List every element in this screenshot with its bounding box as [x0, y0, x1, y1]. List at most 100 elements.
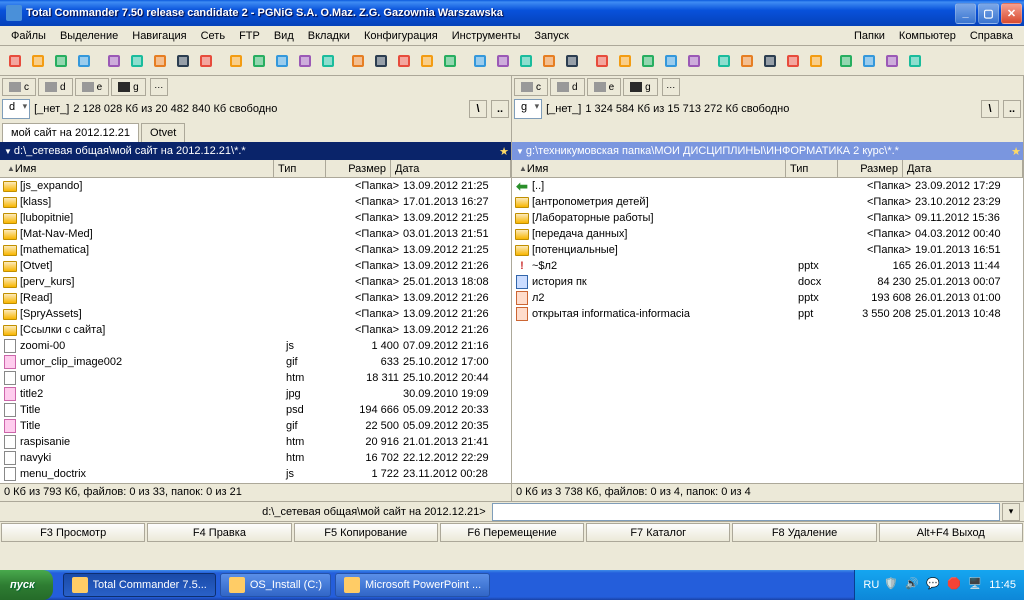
toolbar-button-13[interactable]	[317, 50, 339, 72]
list-item[interactable]: !~$л2pptx16526.01.2013 11:44	[512, 258, 1023, 274]
col-type[interactable]: Тип	[274, 160, 326, 177]
toolbar-button-1[interactable]	[27, 50, 49, 72]
toolbar-button-17[interactable]	[416, 50, 438, 72]
list-item[interactable]: [mathematica]<Папка>13.09.2012 21:25	[0, 242, 511, 258]
left-up-button[interactable]: ..	[491, 100, 509, 118]
toolbar-button-37[interactable]	[904, 50, 926, 72]
col-size[interactable]: Размер	[838, 160, 903, 177]
menu-Папки[interactable]: Папки	[847, 28, 892, 44]
right-drive-dropdown[interactable]: g	[514, 99, 542, 119]
list-item[interactable]: [Otvet]<Папка>13.09.2012 21:26	[0, 258, 511, 274]
command-input[interactable]	[492, 503, 1000, 521]
list-item[interactable]: [Лабораторные работы]<Папка>09.11.2012 1…	[512, 210, 1023, 226]
right-drive-g[interactable]: g	[623, 78, 658, 96]
col-date[interactable]: Дата	[391, 160, 511, 177]
menu-Файлы[interactable]: Файлы	[4, 28, 53, 44]
toolbar-button-14[interactable]	[347, 50, 369, 72]
menu-FTP[interactable]: FTP	[232, 28, 267, 44]
list-item[interactable]: [потенциальные]<Папка>19.01.2013 16:51	[512, 242, 1023, 258]
menu-Сеть[interactable]: Сеть	[194, 28, 232, 44]
list-item[interactable]: [SpryAssets]<Папка>13.09.2012 21:26	[0, 306, 511, 322]
list-item[interactable]: история пкdocx84 23025.01.2013 00:07	[512, 274, 1023, 290]
toolbar-button-16[interactable]	[393, 50, 415, 72]
fnkey[interactable]: F8 Удаление	[732, 523, 876, 542]
list-item[interactable]: [Read]<Папка>13.09.2012 21:26	[0, 290, 511, 306]
command-dropdown[interactable]: ▾	[1002, 503, 1020, 521]
toolbar-button-0[interactable]	[4, 50, 26, 72]
toolbar-button-30[interactable]	[736, 50, 758, 72]
taskbar-item[interactable]: Total Commander 7.5...	[63, 573, 216, 597]
list-item[interactable]: [klass]<Папка>17.01.2013 16:27	[0, 194, 511, 210]
toolbar-button-21[interactable]	[515, 50, 537, 72]
toolbar-button-25[interactable]	[614, 50, 636, 72]
tray-icon[interactable]: 💬	[926, 577, 942, 593]
toolbar-button-24[interactable]	[591, 50, 613, 72]
list-item[interactable]: Titlegif22 50005.09.2012 20:35	[0, 418, 511, 434]
toolbar-button-26[interactable]	[637, 50, 659, 72]
tab-мой сайт на 2012.12.21[interactable]: мой сайт на 2012.12.21	[2, 123, 139, 142]
list-item[interactable]: zoomi-00js1 40007.09.2012 21:16	[0, 338, 511, 354]
list-item[interactable]: [Mat-Nav-Med]<Папка>03.01.2013 21:51	[0, 226, 511, 242]
minimize-button[interactable]: _	[955, 3, 976, 24]
list-item[interactable]: [js_expando]<Папка>13.09.2012 21:25	[0, 178, 511, 194]
list-item[interactable]: [perv_kurs]<Папка>25.01.2013 18:08	[0, 274, 511, 290]
toolbar-button-20[interactable]	[492, 50, 514, 72]
toolbar-button-6[interactable]	[149, 50, 171, 72]
tab-Otvet[interactable]: Otvet	[141, 123, 185, 142]
toolbar-button-19[interactable]	[469, 50, 491, 72]
toolbar-button-2[interactable]	[50, 50, 72, 72]
clock[interactable]: 11:45	[989, 579, 1016, 591]
right-drive-c[interactable]: c	[514, 78, 548, 96]
toolbar-button-11[interactable]	[271, 50, 293, 72]
toolbar-button-9[interactable]	[225, 50, 247, 72]
left-root-button[interactable]: \	[469, 100, 487, 118]
toolbar-button-7[interactable]	[172, 50, 194, 72]
toolbar-button-28[interactable]	[683, 50, 705, 72]
system-tray[interactable]: RU 🛡️ 🔊 💬 🛑 🖥️ 11:45	[854, 570, 1024, 600]
toolbar-button-27[interactable]	[660, 50, 682, 72]
toolbar-button-12[interactable]	[294, 50, 316, 72]
list-item[interactable]: menu_doctrixjs1 72223.11.2012 00:28	[0, 466, 511, 482]
col-type[interactable]: Тип	[786, 160, 838, 177]
menu-Конфигурация[interactable]: Конфигурация	[357, 28, 445, 44]
list-item[interactable]: umorhtm18 31125.10.2012 20:44	[0, 370, 511, 386]
list-item[interactable]: navykihtm16 70222.12.2012 22:29	[0, 450, 511, 466]
menu-Компьютер[interactable]: Компьютер	[892, 28, 963, 44]
toolbar-button-33[interactable]	[805, 50, 827, 72]
toolbar-button-36[interactable]	[881, 50, 903, 72]
toolbar-button-35[interactable]	[858, 50, 880, 72]
left-drive-dropdown[interactable]: d	[2, 99, 30, 119]
menu-Вид[interactable]: Вид	[267, 28, 301, 44]
maximize-button[interactable]: ▢	[978, 3, 999, 24]
close-button[interactable]: ✕	[1001, 3, 1022, 24]
language-indicator[interactable]: RU	[863, 579, 879, 591]
list-item[interactable]: [Ссылки с сайта]<Папка>13.09.2012 21:26	[0, 322, 511, 338]
toolbar-button-5[interactable]	[126, 50, 148, 72]
menu-Выделение[interactable]: Выделение	[53, 28, 125, 44]
fnkey[interactable]: F6 Перемещение	[440, 523, 584, 542]
left-drive-g[interactable]: g	[111, 78, 146, 96]
toolbar-button-22[interactable]	[538, 50, 560, 72]
col-date[interactable]: Дата	[903, 160, 1023, 177]
fnkey[interactable]: F3 Просмотр	[1, 523, 145, 542]
right-path-bar[interactable]: ▼g:\техникумовская папка\МОИ ДИСЦИПЛИНЫ\…	[512, 142, 1024, 160]
menu-Инструменты[interactable]: Инструменты	[445, 28, 528, 44]
list-item[interactable]: л2pptx193 60826.01.2013 01:00	[512, 290, 1023, 306]
fnkey[interactable]: Alt+F4 Выход	[879, 523, 1023, 542]
list-item[interactable]: [lubopitnie]<Папка>13.09.2012 21:25	[0, 210, 511, 226]
left-drive-d[interactable]: d	[38, 78, 73, 96]
col-name[interactable]: ▲Имя	[0, 160, 274, 177]
left-panel[interactable]: [js_expando]<Папка>13.09.2012 21:25[klas…	[0, 178, 512, 483]
col-size[interactable]: Размер	[326, 160, 391, 177]
fnkey[interactable]: F7 Каталог	[586, 523, 730, 542]
left-drive-more[interactable]: ⋯	[150, 78, 168, 96]
toolbar-button-34[interactable]	[835, 50, 857, 72]
right-up-button[interactable]: ..	[1003, 100, 1021, 118]
taskbar-item[interactable]: Microsoft PowerPoint ...	[335, 573, 490, 597]
list-item[interactable]: [передача данных]<Папка>04.03.2012 00:40	[512, 226, 1023, 242]
taskbar-item[interactable]: OS_Install (C:)	[220, 573, 331, 597]
menu-Вкладки[interactable]: Вкладки	[301, 28, 357, 44]
right-panel[interactable]: ⬅[..]<Папка>23.09.2012 17:29[антропометр…	[512, 178, 1024, 483]
toolbar-button-10[interactable]	[248, 50, 270, 72]
right-drive-e[interactable]: e	[587, 78, 622, 96]
